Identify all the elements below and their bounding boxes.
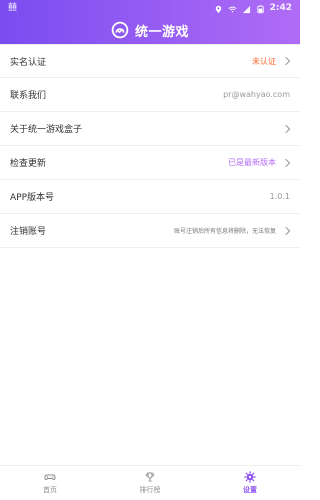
- settings-item-app-version: APP版本号 1.0.1: [0, 180, 300, 214]
- settings-item-check-update[interactable]: 检查更新 已是最新版本: [0, 146, 300, 180]
- status-right: 2:42: [214, 0, 292, 16]
- settings-icon: [244, 471, 256, 483]
- chevron-right-icon: [282, 158, 290, 168]
- settings-list: 实名认证 未认证 联系我们 pr@wahyao.com 关于统一游戏盒子 检查更…: [0, 44, 300, 248]
- settings-item-right: 已是最新版本: [228, 157, 290, 168]
- top-bar: 囍 2:42 统一游戏: [0, 0, 300, 44]
- settings-item-label: 联系我们: [10, 91, 47, 101]
- tab-home-label: 首页: [43, 486, 57, 494]
- trophy-icon: [144, 471, 156, 483]
- settings-item-label: 关于统一游戏盒子: [10, 125, 83, 135]
- signal-icon: [242, 4, 251, 13]
- status-bar: 囍 2:42: [0, 0, 300, 16]
- settings-item-label: APP版本号: [10, 193, 55, 203]
- chevron-right-icon: [282, 124, 290, 134]
- settings-item-label: 检查更新: [10, 159, 47, 169]
- tab-settings[interactable]: 设置: [200, 466, 300, 500]
- location-icon: [214, 4, 223, 13]
- settings-item-contact[interactable]: 联系我们 pr@wahyao.com: [0, 78, 300, 112]
- settings-item-label: 注销账号: [10, 227, 47, 237]
- tab-ranking[interactable]: 排行榜: [100, 466, 200, 500]
- settings-item-label: 实名认证: [10, 57, 47, 68]
- gamepad-icon: [44, 471, 56, 483]
- app-title-bar: 统一游戏: [0, 16, 300, 44]
- bottom-navigation: 首页 排行榜 设置: [0, 465, 300, 500]
- page-title: 统一游戏: [134, 24, 189, 40]
- brand-logo-icon: [111, 21, 129, 39]
- settings-item-about[interactable]: 关于统一游戏盒子: [0, 112, 300, 146]
- tab-settings-label: 设置: [243, 486, 257, 494]
- status-left-text: 囍: [8, 3, 18, 13]
- wifi-icon: [228, 4, 237, 13]
- settings-item-right: 1.0.1: [270, 192, 290, 201]
- settings-item-value: 未认证: [252, 56, 276, 66]
- cancel-account-warning: 账号注销后所有信息将删除，无法恢复: [173, 228, 276, 235]
- tab-home[interactable]: 首页: [0, 466, 100, 500]
- settings-item-right: 未认证: [252, 56, 290, 67]
- tab-ranking-label: 排行榜: [139, 486, 161, 494]
- settings-item-real-name[interactable]: 实名认证 未认证: [0, 44, 300, 78]
- battery-icon: [256, 4, 265, 13]
- update-status-value: 已是最新版本: [228, 158, 276, 167]
- contact-email-value: pr@wahyao.com: [223, 90, 290, 99]
- settings-item-cancel-account[interactable]: 注销账号 账号注销后所有信息将删除，无法恢复: [0, 214, 300, 248]
- settings-item-right: 账号注销后所有信息将删除，无法恢复: [174, 226, 290, 236]
- chevron-right-icon: [282, 226, 290, 236]
- app-root: 囍 2:42 统一游戏 实名认证 未认证 联系我们 pr@wahyao.com …: [0, 0, 300, 500]
- app-version-value: 1.0.1: [269, 192, 290, 201]
- status-time: 2:42: [269, 3, 292, 13]
- settings-item-right: pr@wahyao.com: [223, 90, 290, 99]
- settings-item-right: [282, 124, 290, 134]
- chevron-right-icon: [282, 56, 290, 66]
